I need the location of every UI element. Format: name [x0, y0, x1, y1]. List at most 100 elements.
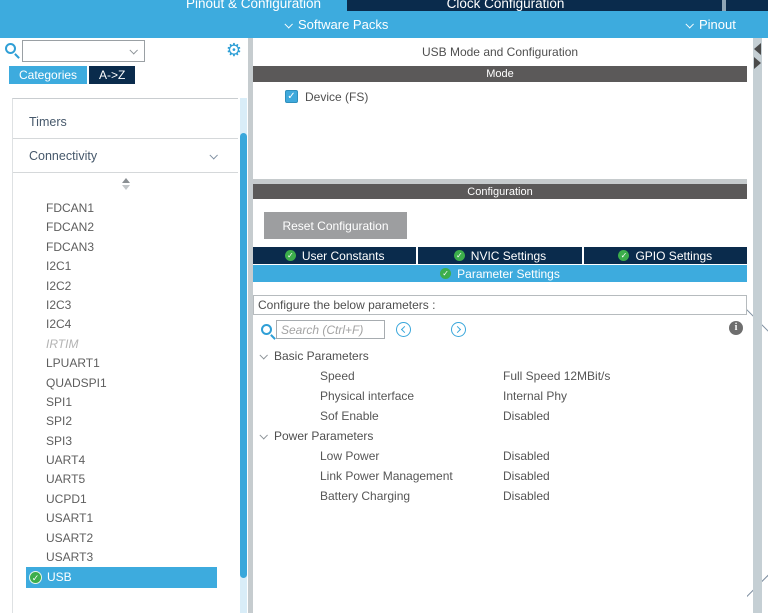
pinout-label: Pinout — [699, 17, 736, 32]
param-value: Disabled — [503, 469, 550, 483]
tab-categories[interactable]: Categories — [9, 66, 88, 84]
group-timers-label: Timers — [29, 114, 67, 129]
check-icon: ✓ — [29, 571, 42, 585]
gear-icon[interactable]: ⚙ — [226, 38, 242, 62]
list-item-fdcan1[interactable]: FDCAN1 — [13, 199, 238, 218]
tab-nvic-settings[interactable]: ✓ NVIC Settings — [418, 247, 582, 264]
tab-clock-configuration[interactable]: Clock Configuration — [347, 0, 722, 11]
chevron-right-icon — [453, 325, 462, 333]
group-basic-parameters-label: Basic Parameters — [274, 349, 369, 363]
sidebar-scrollbar-thumb[interactable] — [240, 133, 247, 578]
group-power-parameters[interactable]: Power Parameters — [253, 426, 747, 446]
tab-next-partial[interactable] — [726, 0, 768, 11]
right-panel-splitter[interactable] — [753, 38, 762, 613]
tab-parameter-settings[interactable]: ✓ Parameter Settings — [253, 265, 747, 282]
chevron-down-icon — [284, 19, 293, 29]
list-item-fdcan2[interactable]: FDCAN2 — [13, 218, 238, 237]
group-power-parameters-label: Power Parameters — [274, 429, 374, 443]
search-icon — [5, 43, 16, 54]
parameter-search-row: i — [253, 317, 747, 343]
group-connectivity[interactable]: Connectivity — [13, 139, 238, 173]
tab-nvic-settings-label: NVIC Settings — [470, 248, 547, 263]
group-connectivity-label: Connectivity — [29, 148, 98, 163]
configure-parameters-hint: Configure the below parameters : — [253, 295, 747, 315]
tab-gpio-settings-label: GPIO Settings — [635, 248, 713, 263]
configuration-section-header: Configuration — [253, 184, 747, 199]
mode-section-header: Mode — [253, 66, 747, 82]
check-icon: ✓ — [284, 250, 296, 261]
tab-a-to-z[interactable]: A->Z — [89, 66, 136, 84]
list-item-usart3[interactable]: USART3 — [13, 548, 238, 567]
list-item-usart1[interactable]: USART1 — [13, 509, 238, 528]
list-item-i2c2[interactable]: I2C2 — [13, 277, 238, 296]
list-item-usb-label: USB — [47, 570, 72, 585]
check-icon: ✓ — [440, 268, 452, 279]
param-label: Speed — [320, 369, 355, 383]
sidebar-tabs: Categories A->Z — [9, 66, 136, 84]
usb-config-panel: USB Mode and Configuration Mode ✓ Device… — [253, 38, 747, 613]
group-basic-parameters[interactable]: Basic Parameters — [253, 346, 747, 366]
software-packs-dropdown[interactable]: Software Packs — [284, 11, 389, 38]
list-item-usb-selected[interactable]: ✓ USB — [26, 567, 217, 589]
parameter-search-input[interactable] — [276, 320, 385, 339]
list-item-fdcan3[interactable]: FDCAN3 — [13, 238, 238, 257]
peripherals-sidebar: ⚙ Categories A->Z Timers Connectivity FD… — [0, 38, 768, 613]
param-row-low-power[interactable]: Low Power Disabled — [253, 446, 747, 466]
tab-clock-configuration-label: Clock Configuration — [446, 0, 565, 11]
check-icon: ✓ — [453, 250, 465, 261]
search-next-button[interactable] — [451, 322, 466, 337]
list-scroll-spinner[interactable] — [13, 173, 238, 195]
search-combobox[interactable] — [22, 40, 145, 62]
reset-configuration-button[interactable]: Reset Configuration — [264, 212, 407, 239]
info-icon[interactable]: i — [729, 321, 743, 335]
settings-tab-bar: ✓ User Constants ✓ NVIC Settings ✓ GPIO … — [253, 247, 747, 264]
list-item-usart2[interactable]: USART2 — [13, 529, 238, 548]
chevron-left-icon — [400, 325, 409, 333]
tab-parameter-settings-label: Parameter Settings — [457, 266, 560, 281]
triangle-down-icon — [121, 185, 130, 190]
param-value: Full Speed 12MBit/s — [503, 369, 611, 383]
param-label: Low Power — [320, 449, 380, 463]
check-icon: ✓ — [618, 250, 630, 261]
collapse-left-icon[interactable] — [754, 43, 761, 55]
panel-title: USB Mode and Configuration — [421, 45, 579, 59]
main-tab-bar: Pinout & Configuration Clock Configurati… — [0, 0, 768, 11]
param-label: Sof Enable — [320, 409, 379, 423]
param-row-battery-charging[interactable]: Battery Charging Disabled — [253, 486, 747, 506]
configuration-section-body: Reset Configuration ✓ User Constants ✓ N… — [253, 212, 747, 506]
list-item-uart5[interactable]: UART5 — [13, 470, 238, 489]
tab-pinout-configuration[interactable]: Pinout & Configuration — [0, 0, 347, 11]
tab-gpio-settings[interactable]: ✓ GPIO Settings — [583, 247, 747, 264]
param-value: Disabled — [503, 449, 550, 463]
group-timers[interactable]: Timers — [13, 46, 768, 613]
search-icon — [261, 324, 272, 335]
param-row-link-power-management[interactable]: Link Power Management Disabled — [253, 466, 747, 486]
chevron-down-icon — [685, 19, 694, 29]
param-row-speed[interactable]: Speed Full Speed 12MBit/s — [253, 366, 747, 386]
param-value: Disabled — [503, 409, 550, 423]
tab-user-constants-label: User Constants — [301, 248, 385, 263]
mode-section-body: ✓ Device (FS) — [253, 82, 747, 179]
param-row-sof-enable[interactable]: Sof Enable Disabled — [253, 406, 747, 426]
search-previous-button[interactable] — [396, 322, 411, 337]
chevron-down-icon — [129, 46, 138, 55]
param-value: Internal Phy — [503, 389, 568, 403]
collapse-right-icon[interactable] — [754, 57, 761, 69]
param-label: Battery Charging — [320, 489, 411, 503]
sidebar-scrollbar-track — [240, 98, 247, 613]
list-item-ucpd1[interactable]: UCPD1 — [13, 490, 238, 509]
param-value: Disabled — [503, 489, 550, 503]
list-item-i2c1[interactable]: I2C1 — [13, 257, 238, 276]
list-item-i2c3[interactable]: I2C3 — [13, 296, 238, 315]
param-label: Physical interface — [320, 389, 415, 403]
device-fs-checkbox[interactable]: ✓ — [285, 90, 298, 103]
device-fs-label: Device (FS) — [305, 90, 369, 104]
tab-pinout-configuration-label: Pinout & Configuration — [185, 0, 322, 11]
stm32cubemx-window: Pinout & Configuration Clock Configurati… — [0, 0, 768, 613]
tab-user-constants[interactable]: ✓ User Constants — [253, 247, 417, 264]
pinout-dropdown[interactable]: Pinout — [685, 11, 736, 38]
param-row-physical-interface[interactable]: Physical interface Internal Phy — [253, 386, 747, 406]
software-packs-label: Software Packs — [298, 17, 389, 32]
section-toolbar: Software Packs Pinout — [0, 11, 768, 38]
chevron-down-icon — [209, 150, 218, 160]
